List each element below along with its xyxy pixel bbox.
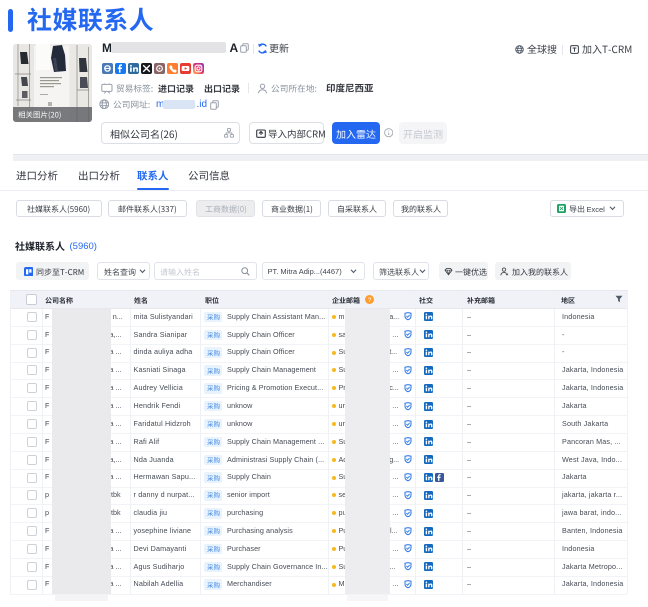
svg-text:?: ? xyxy=(367,296,371,303)
